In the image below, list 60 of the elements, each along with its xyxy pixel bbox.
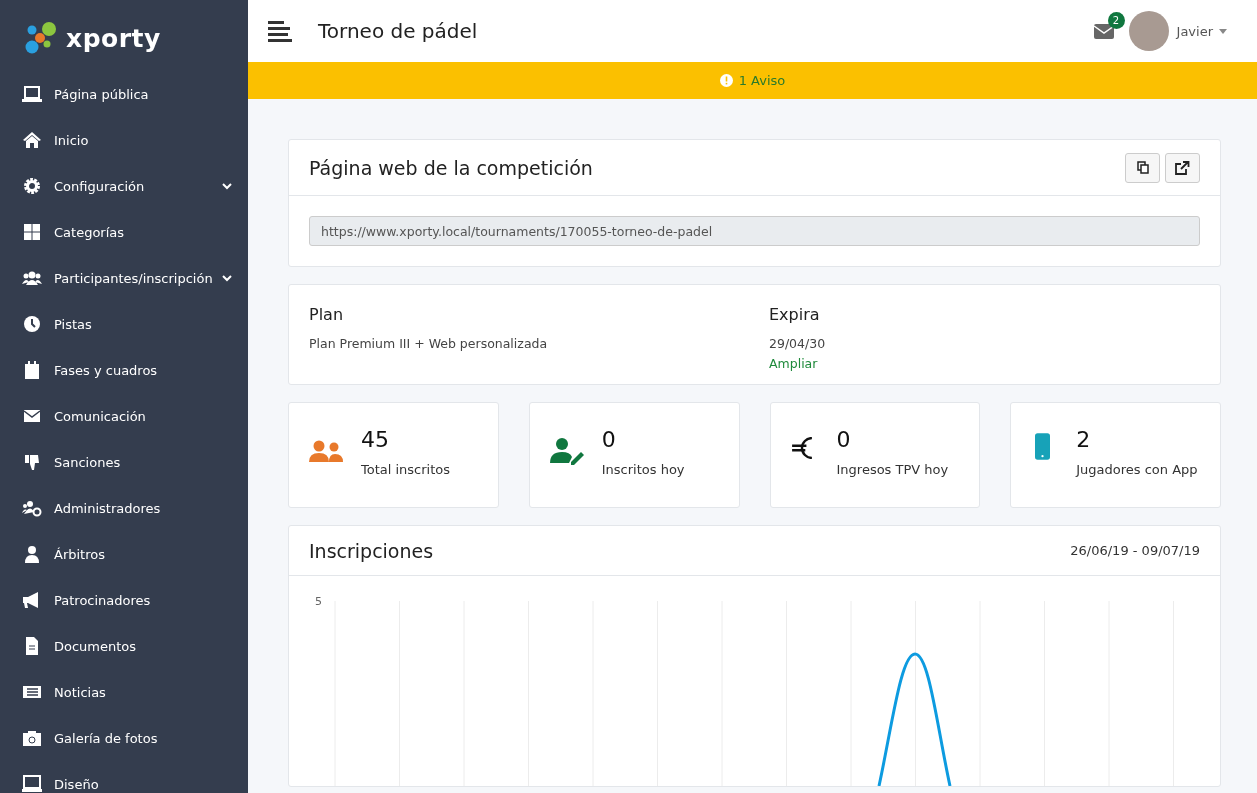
axis-tick-label: 5 (315, 595, 322, 608)
url-field[interactable]: https://www.xporty.local/tournaments/170055-torneo-de-padel (309, 216, 1200, 246)
stat-value: 0 (836, 427, 852, 452)
expiry-date: 29/04/30 (769, 336, 827, 351)
sidebar-item[interactable]: Patrocinadores (0, 577, 248, 623)
menu-icon[interactable] (268, 19, 292, 43)
envelope-icon[interactable] (1092, 22, 1115, 40)
sidebar-item[interactable]: Participantes/inscripción (0, 255, 248, 301)
sidebar-item[interactable]: Fases y cuadros (0, 347, 248, 393)
exclamation-icon (719, 74, 733, 87)
notification-badge: 2 (1107, 12, 1125, 29)
date-range: 26/06/19 - 09/07/19 (1070, 543, 1200, 558)
plan-label: Plan (309, 305, 345, 324)
brand-name: xporty (66, 23, 161, 53)
stat-label: Inscritos hoy (601, 462, 685, 477)
sidebar-item[interactable]: Administradores (0, 485, 248, 531)
copy-icon (1136, 161, 1149, 174)
grid-icon (22, 223, 42, 241)
sidebar-item[interactable]: Página pública (0, 71, 248, 117)
user-tie-icon (22, 545, 42, 563)
card-title: Página web de la competición (309, 156, 593, 179)
users-icon (22, 269, 42, 287)
sidebar-item[interactable]: Comunicación (0, 393, 248, 439)
sidebar-item[interactable]: Noticias (0, 669, 248, 715)
caret-icon (1219, 28, 1227, 34)
sidebar-item[interactable]: Sanciones (0, 439, 248, 485)
open-link-button[interactable] (1165, 152, 1200, 183)
camera-icon (22, 729, 42, 747)
expiry-label: Expira (769, 305, 821, 324)
external-link-icon (1175, 160, 1190, 175)
stat-label: Jugadores con App (1076, 462, 1198, 477)
stat-label: Ingresos TPV hoy (836, 462, 949, 477)
stat-value: 0 (601, 427, 617, 452)
monitor-icon (22, 775, 42, 793)
stat-value: 2 (1076, 427, 1092, 452)
extend-link[interactable]: Ampliar (769, 356, 818, 371)
card-title: Inscripciones (309, 539, 434, 562)
sidebar-item[interactable]: Pistas (0, 301, 248, 347)
copy-button[interactable] (1125, 152, 1160, 183)
sidebar-item[interactable]: Documentos (0, 623, 248, 669)
home-icon (22, 131, 42, 149)
sidebar-item[interactable]: Inicio (0, 117, 248, 163)
envelope-icon (22, 407, 42, 425)
page-title: Torneo de pádel (318, 19, 479, 43)
sidebar-item[interactable]: Árbitros (0, 531, 248, 577)
avatar[interactable] (1128, 11, 1169, 51)
sidebar-item[interactable]: Categorías (0, 209, 248, 255)
gear-icon (22, 177, 42, 195)
clock-icon (22, 315, 42, 333)
sidebar-item[interactable]: Diseño (0, 761, 248, 793)
stat-value: 45 (361, 427, 390, 452)
sidebar-item[interactable]: Galería de fotos (0, 715, 248, 761)
stat-label: Total inscritos (361, 462, 451, 477)
plan-value: Plan Premium III + Web personalizada (309, 336, 549, 351)
sidebar-item[interactable]: Configuración (0, 163, 248, 209)
calendar-icon (22, 361, 42, 379)
thumbs-down-icon (22, 453, 42, 471)
laptop-icon (22, 85, 42, 103)
user-menu[interactable]: Javier (1176, 23, 1227, 39)
newspaper-icon (22, 683, 42, 701)
